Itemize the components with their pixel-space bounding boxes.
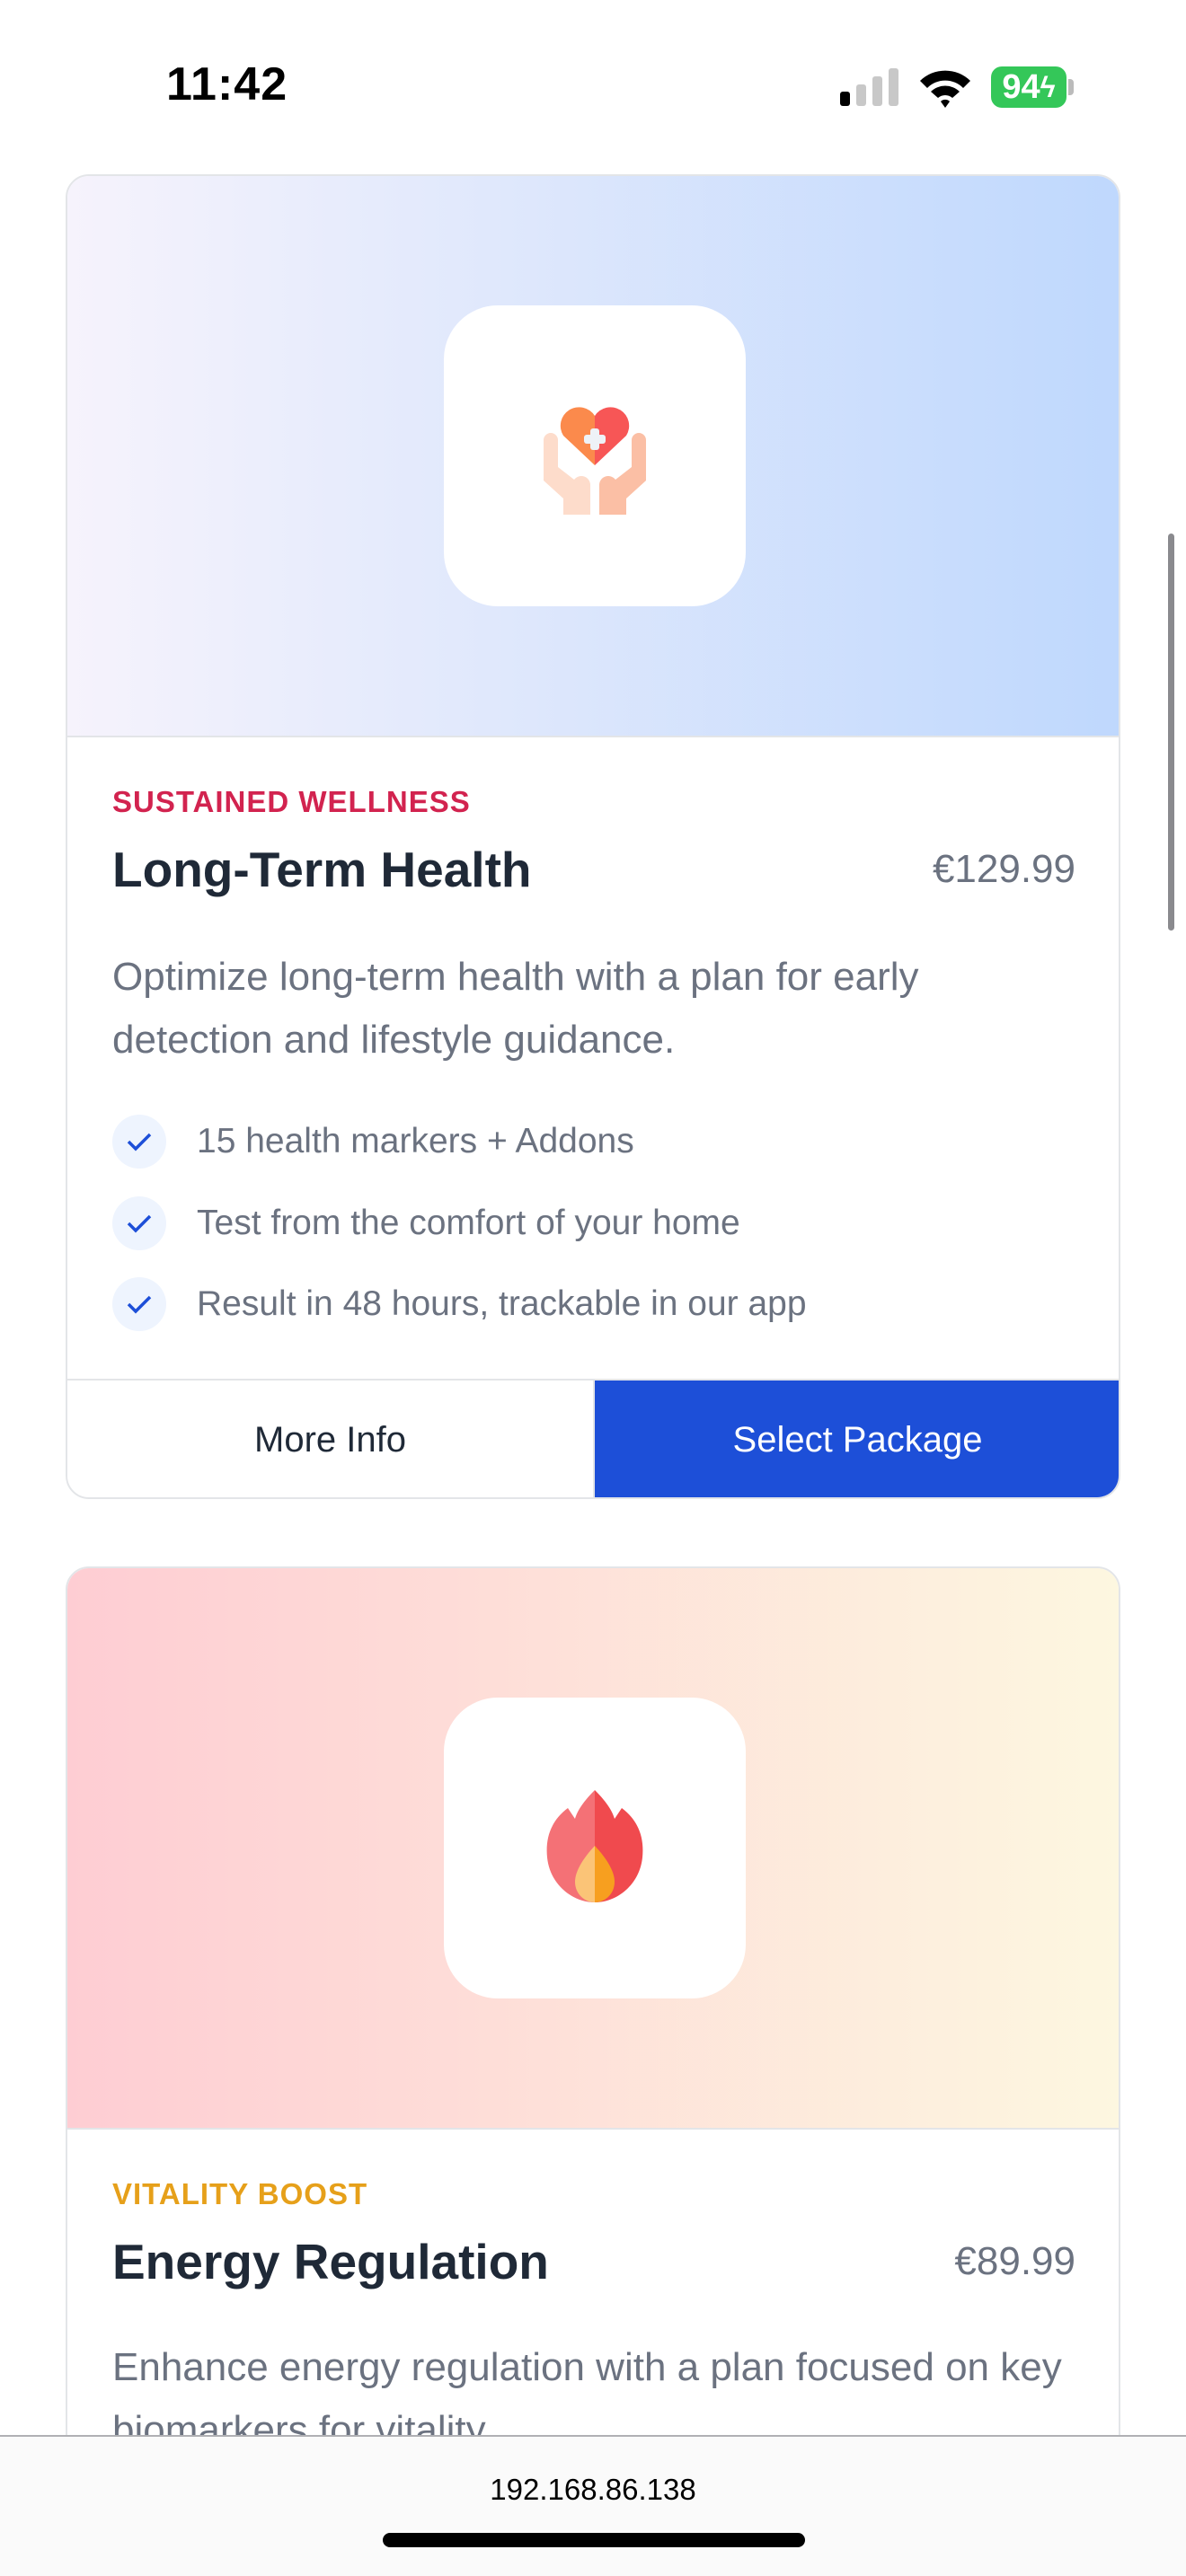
browser-bottom-bar: 192.168.86.138 — [0, 2435, 1186, 2576]
feature-item: Test from the comfort of your home — [112, 1196, 740, 1250]
scrollbar[interactable] — [1168, 534, 1174, 931]
wifi-icon — [918, 66, 972, 112]
cellular-signal-icon — [840, 66, 903, 106]
more-info-button[interactable]: More Info — [67, 1381, 595, 1497]
card-actions: More Info Select Package — [67, 1379, 1119, 1497]
card-category: SUSTAINED WELLNESS — [112, 785, 471, 818]
check-icon — [112, 1115, 166, 1169]
package-card-long-term-health: SUSTAINED WELLNESS Long-Term Health €129… — [66, 174, 1120, 1499]
feature-text: Test from the comfort of your home — [197, 1204, 740, 1242]
card-title: Long-Term Health — [112, 842, 532, 897]
home-indicator — [383, 2533, 805, 2547]
card-description: Optimize long-term health with a plan fo… — [112, 955, 919, 1062]
feature-text: Result in 48 hours, trackable in our app — [197, 1284, 807, 1323]
feature-item: Result in 48 hours, trackable in our app — [112, 1277, 807, 1331]
check-icon — [112, 1196, 166, 1250]
status-time: 11:42 — [166, 58, 288, 110]
card-banner — [67, 1568, 1119, 2130]
battery-level: 94 — [1002, 67, 1040, 106]
card-price: €89.99 — [954, 2239, 1075, 2283]
card-price: €129.99 — [932, 847, 1075, 891]
package-card-energy-regulation: VITALITY BOOST Energy Regulation €89.99 … — [66, 1566, 1120, 2554]
check-icon — [112, 1277, 166, 1331]
battery-icon: 94 ϟ — [991, 66, 1067, 108]
heart-hands-icon — [444, 305, 746, 606]
feature-text: 15 health markers + Addons — [197, 1122, 634, 1160]
card-category: VITALITY BOOST — [112, 2177, 368, 2210]
select-package-button[interactable]: Select Package — [595, 1381, 1119, 1497]
url-label[interactable]: 192.168.86.138 — [0, 2473, 1186, 2507]
flame-icon — [444, 1698, 746, 1998]
card-title: Energy Regulation — [112, 2234, 549, 2289]
card-banner — [67, 176, 1119, 737]
feature-item: 15 health markers + Addons — [112, 1115, 634, 1169]
